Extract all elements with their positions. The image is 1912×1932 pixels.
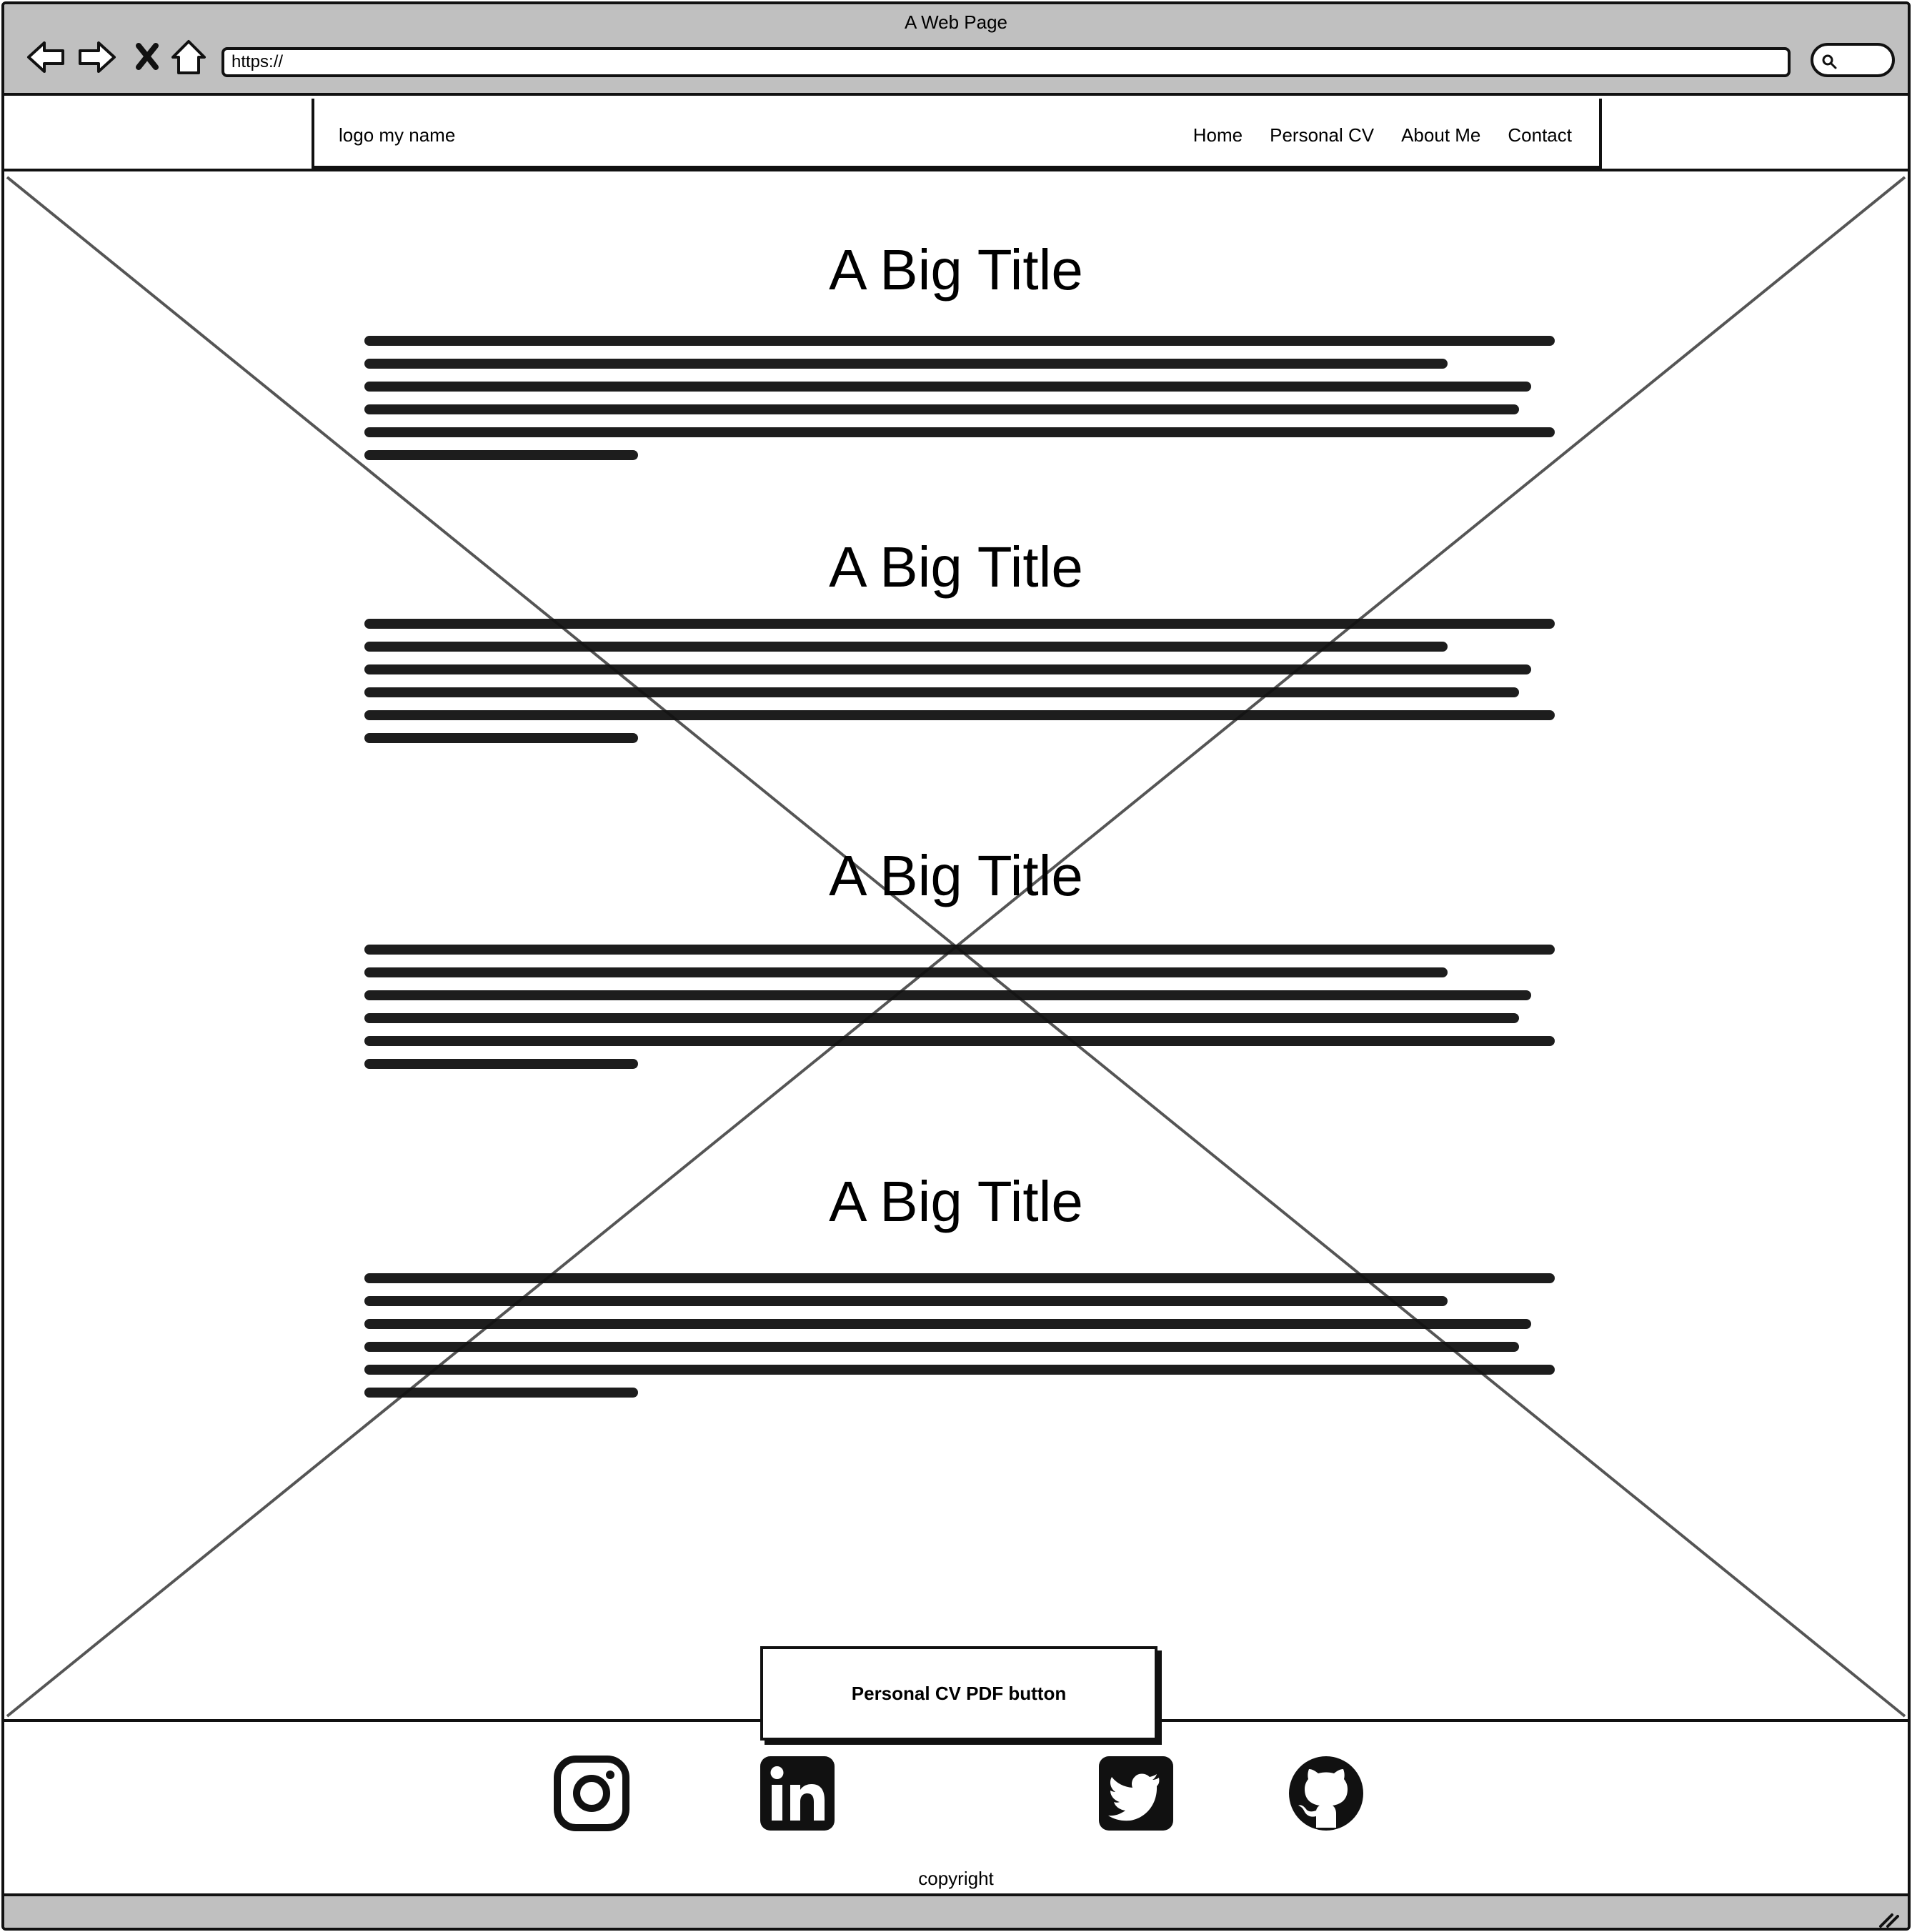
home-button[interactable]	[167, 36, 210, 79]
url-input[interactable]: https://	[221, 47, 1791, 77]
nav-about-me[interactable]: About Me	[1401, 124, 1480, 146]
linkedin-icon	[760, 1756, 835, 1831]
close-icon	[136, 43, 159, 70]
twitter-link[interactable]	[1096, 1753, 1176, 1833]
search-icon	[1822, 54, 1837, 69]
section-text-placeholder	[364, 619, 1555, 756]
section-text-placeholder	[364, 336, 1555, 473]
section-title: A Big Title	[829, 1170, 1083, 1233]
section-title: A Big Title	[829, 238, 1083, 302]
browser-chrome: A Web Page https://	[4, 4, 1908, 96]
nav-home[interactable]: Home	[1193, 124, 1243, 146]
stop-button[interactable]	[127, 36, 170, 79]
back-arrow-icon	[27, 41, 64, 73]
section-text-placeholder	[364, 1273, 1555, 1410]
home-icon	[171, 40, 206, 74]
github-link[interactable]	[1286, 1753, 1366, 1833]
window-title: A Web Page	[904, 11, 1008, 33]
section-title: A Big Title	[829, 844, 1083, 907]
github-icon	[1289, 1756, 1363, 1831]
nav-contact[interactable]: Contact	[1508, 124, 1572, 146]
nav-personal-cv[interactable]: Personal CV	[1270, 124, 1374, 146]
twitter-icon	[1099, 1756, 1173, 1831]
resize-grip-icon[interactable]	[1876, 1905, 1901, 1929]
site-header: logo my name Home Personal CV About Me C…	[4, 99, 1908, 171]
hero-image-placeholder: A Big Title A Big Title A Big Title A Bi…	[4, 174, 1908, 1741]
copyright-text: copyright	[918, 1868, 994, 1889]
browser-window: A Web Page https:// logo my name Home Pe…	[1, 1, 1911, 1931]
instagram-icon	[554, 1756, 629, 1831]
status-bar	[4, 1896, 1908, 1929]
header-container: logo my name Home Personal CV About Me C…	[312, 99, 1602, 169]
linkedin-link[interactable]	[757, 1753, 837, 1833]
search-button[interactable]	[1811, 43, 1895, 77]
forward-button[interactable]	[76, 36, 119, 79]
back-button[interactable]	[24, 36, 67, 79]
instagram-link[interactable]	[552, 1753, 632, 1833]
section-title: A Big Title	[829, 535, 1083, 599]
main-nav: Home Personal CV About Me Contact	[1193, 124, 1572, 146]
forward-arrow-icon	[79, 41, 116, 73]
logo[interactable]: logo my name	[339, 124, 455, 146]
section-text-placeholder	[364, 945, 1555, 1082]
